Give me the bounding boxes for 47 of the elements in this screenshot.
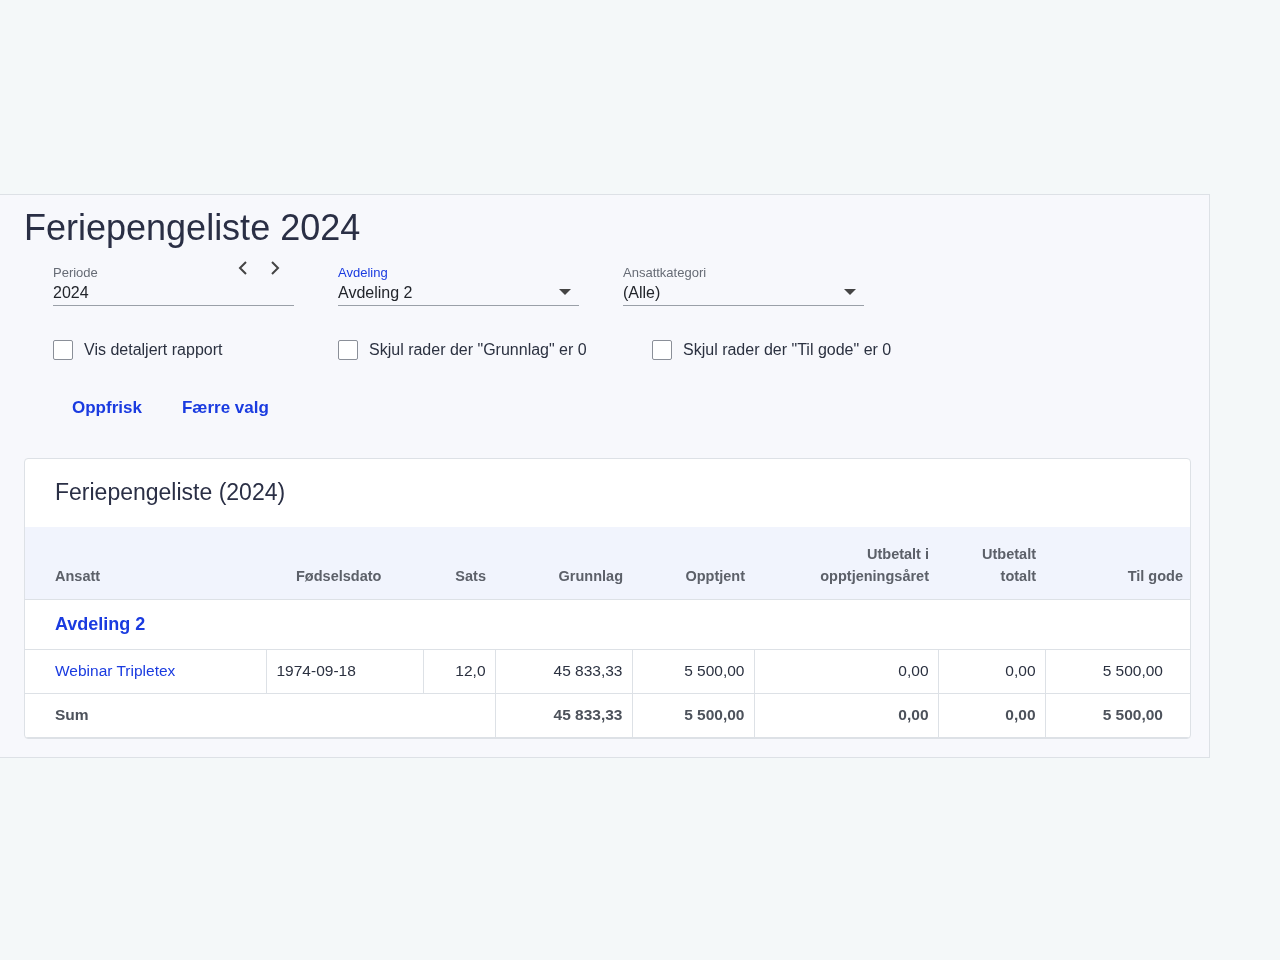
field-label: Ansattkategori [623,265,707,280]
sum-cell: 5 500,00 [632,693,754,737]
group-heading: Avdeling 2 [25,599,1190,649]
caret-icon [844,289,856,295]
employee-link[interactable]: Webinar Tripletex [55,662,176,679]
column-header: Grunnlag [495,527,632,599]
table-cell: 0,00 [938,649,1045,693]
table-cell: 5 500,00 [1045,649,1190,693]
checkbox-label: Skjul rader der "Til gode" er 0 [683,341,892,359]
period-field[interactable]: Periode 2024 [53,265,294,306]
field-label: Avdeling [338,265,388,280]
table-cell: 1974-09-18 [266,649,423,693]
chevron-left-icon[interactable] [238,261,248,275]
employee-link-cell[interactable]: Webinar Tripletex [25,649,266,693]
column-header: Til gode [1045,527,1190,599]
select-field[interactable]: Ansattkategori (Alle) [623,265,864,306]
column-header: Utbetalt i opptjeningsåret [754,527,938,599]
table-cell: 5 500,00 [632,649,754,693]
chevron-right-icon[interactable] [270,261,280,275]
table-cell: 45 833,33 [495,649,632,693]
sum-cell: 45 833,33 [495,693,632,737]
checkbox-label: Vis detaljert rapport [84,341,223,359]
report-title: Feriepengeliste (2024) [54,478,287,507]
checkbox[interactable] [652,340,672,360]
field-value: (Alle) [623,284,661,302]
column-header: Sats [423,527,495,599]
column-header: Fødselsdato [266,527,423,599]
caret-icon [559,289,571,295]
field-value: Avdeling 2 [338,284,413,302]
page-title: Feriepengeliste 2024 [24,207,362,249]
action-link[interactable]: Færre valg [181,398,269,418]
column-header: Ansatt [25,527,266,599]
field-value: 2024 [53,284,89,302]
sum-cell: 5 500,00 [1045,693,1190,737]
checkbox[interactable] [53,340,73,360]
sum-label: Sum [25,693,495,737]
column-header: Opptjent [632,527,754,599]
sum-cell: 0,00 [754,693,938,737]
column-header: Utbetalt totalt [938,527,1045,599]
select-field[interactable]: Avdeling Avdeling 2 [338,265,579,306]
field-label: Periode [53,265,98,280]
checkbox[interactable] [338,340,358,360]
sum-cell: 0,00 [938,693,1045,737]
table-cell: 12,0 [423,649,495,693]
action-link[interactable]: Oppfrisk [72,398,142,418]
checkbox-label: Skjul rader der "Grunnlag" er 0 [369,341,587,359]
table-cell: 0,00 [754,649,938,693]
